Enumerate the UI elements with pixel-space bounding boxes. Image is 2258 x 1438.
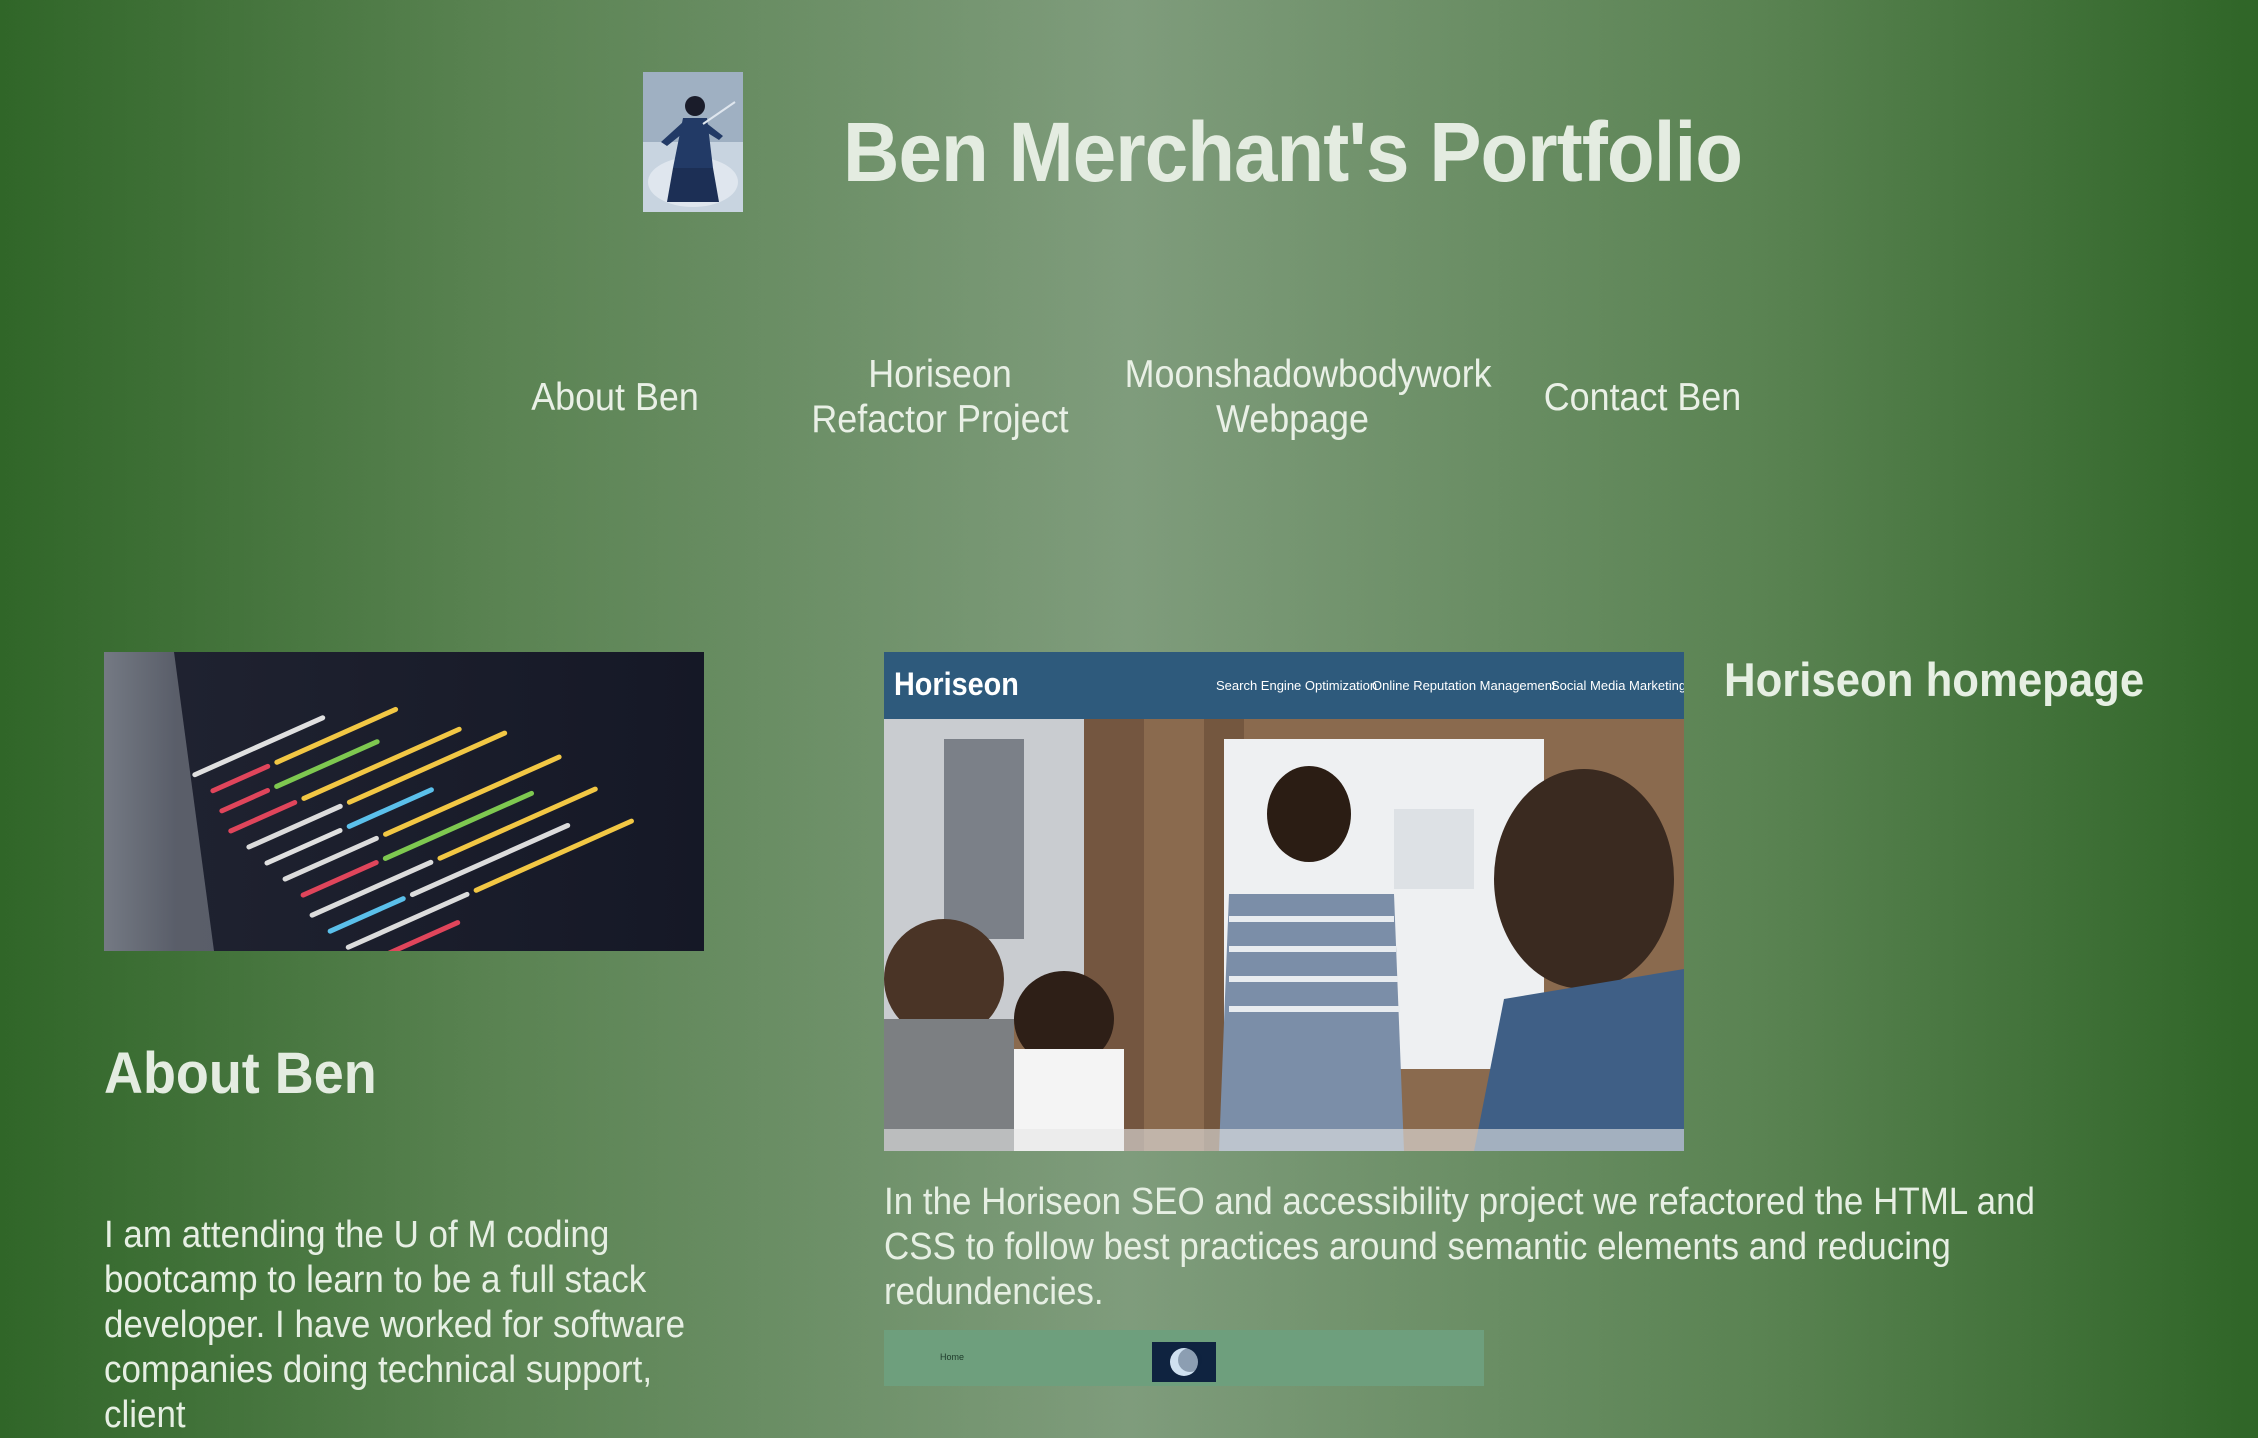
about-heading: About Ben [104,1041,377,1106]
about-text: I am attending the U of M coding bootcam… [104,1214,686,1436]
horiseon-screenshot-header: Horiseon Search Engine Optimization Onli… [884,652,1684,719]
nav-link-moonshadowbodywork[interactable]: Moonshadowbodywork Webpage [1125,352,1492,442]
moonshadowbodywork-screenshot[interactable]: Home [884,1330,1484,1386]
horiseon-nav-item: Social Media Marketing [1551,678,1684,693]
code-screen-image [104,652,704,951]
horiseon-nav-item: Search Engine Optimization [1216,678,1378,693]
horiseon-nav-item: Online Reputation Management [1372,678,1556,693]
nav-link-horiseon-project[interactable]: Horiseon Refactor Project [802,352,1078,442]
nav-link-contact-ben[interactable]: Contact Ben [1539,375,1746,420]
nav-link-about-ben[interactable]: About Ben [509,375,721,420]
horiseon-caption: Horiseon homepage [1724,653,2145,706]
horiseon-description: In the Horiseon SEO and accessibility pr… [884,1181,2036,1313]
page-title: Ben Merchant's Portfolio [843,105,1743,199]
horiseon-brand: Horiseon [894,666,1019,702]
horiseon-homepage-screenshot[interactable]: Horiseon Search Engine Optimization Onli… [884,652,1684,1151]
moon-logo-icon [1152,1342,1216,1382]
moonshadow-nav-item: Home [940,1352,965,1362]
avatar [643,72,743,212]
meeting-photo [884,719,1684,1151]
warrior-avatar-image [643,72,743,212]
